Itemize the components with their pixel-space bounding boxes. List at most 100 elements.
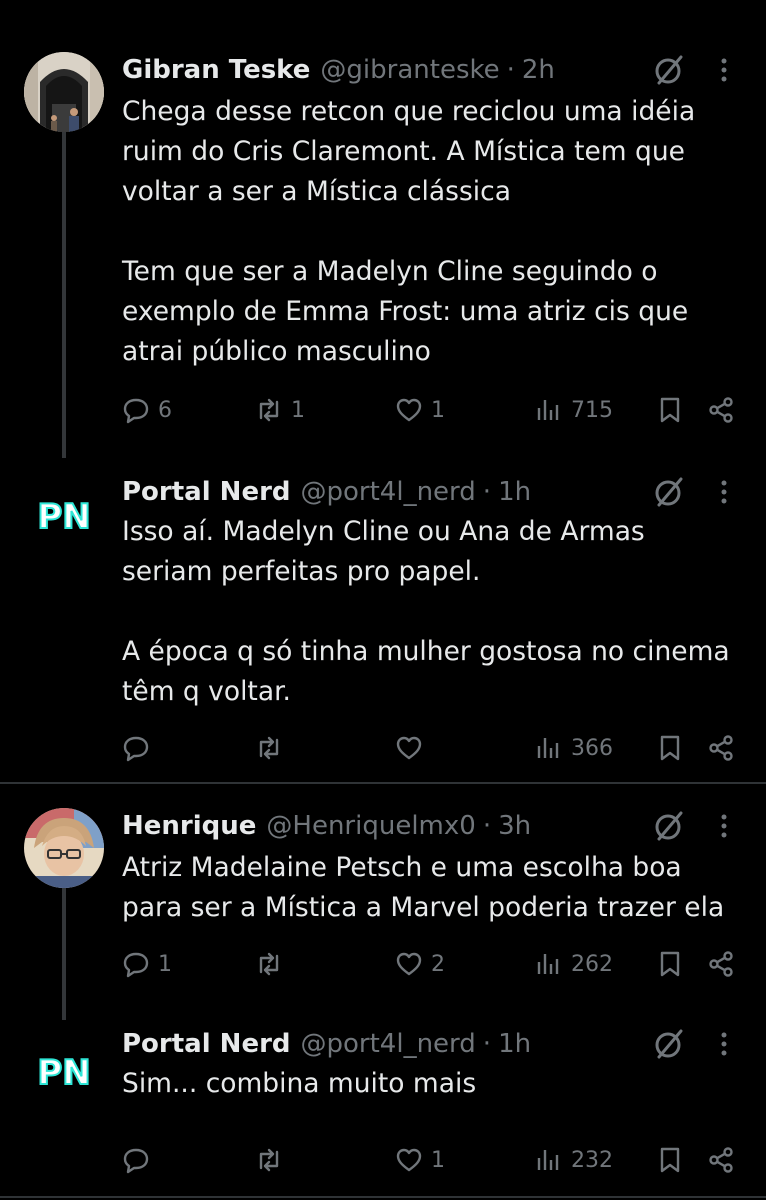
logo-text: PN xyxy=(37,1053,90,1093)
like-button[interactable] xyxy=(395,728,431,768)
like-icon xyxy=(396,736,422,760)
views-icon xyxy=(537,400,559,420)
like-count: 1 xyxy=(431,397,445,423)
conversation-feed: Gibran Teske @gibranteske · 2h Chega des… xyxy=(0,0,766,1200)
tweet-header: Gibran Teske @gibranteske · 2h xyxy=(122,52,676,88)
author-handle[interactable]: @port4l_nerd xyxy=(301,1026,476,1062)
reply-icon xyxy=(123,952,149,978)
bookmark-icon xyxy=(660,1147,680,1173)
like-button[interactable]: 1 xyxy=(395,390,445,430)
retweet-button[interactable] xyxy=(255,728,291,768)
portal-nerd-logo: PN xyxy=(24,474,104,554)
tweet-portal-nerd-2[interactable]: PN Portal Nerd @port4l_nerd · 1h Sim... … xyxy=(0,1018,766,1200)
retweet-button[interactable] xyxy=(255,944,291,984)
grok-icon[interactable] xyxy=(651,474,687,510)
reply-button[interactable]: 6 xyxy=(122,390,172,430)
more-icon[interactable] xyxy=(714,52,734,88)
retweet-icon xyxy=(259,398,279,422)
grok-icon[interactable] xyxy=(651,808,687,844)
action-bar: 366 xyxy=(0,728,766,768)
views-button[interactable]: 262 xyxy=(535,944,613,984)
author-name[interactable]: Portal Nerd xyxy=(122,1026,291,1062)
tweet-portal-nerd-1[interactable]: PN Portal Nerd @port4l_nerd · 1h Isso aí… xyxy=(0,460,766,780)
reply-count: 1 xyxy=(158,951,172,977)
author-handle[interactable]: @Henriquelmx0 xyxy=(266,808,475,844)
share-button[interactable] xyxy=(708,390,736,430)
action-bar: 1 232 xyxy=(0,1140,766,1180)
share-icon xyxy=(709,1147,733,1173)
reply-button[interactable] xyxy=(122,728,158,768)
views-button[interactable]: 232 xyxy=(535,1140,613,1180)
views-count: 366 xyxy=(571,735,613,761)
more-icon[interactable] xyxy=(714,808,734,844)
separator-dot: · xyxy=(482,477,492,507)
reply-icon xyxy=(123,398,149,424)
more-icon[interactable] xyxy=(714,1026,734,1062)
share-button[interactable] xyxy=(708,944,736,984)
avatar[interactable]: PN xyxy=(24,1030,104,1110)
tweet-header: Portal Nerd @port4l_nerd · 1h xyxy=(122,474,676,510)
tweet-text: Atriz Madelaine Petsch e uma escolha boa… xyxy=(122,852,725,923)
bookmark-button[interactable] xyxy=(656,944,684,984)
more-icon[interactable] xyxy=(714,474,734,510)
grok-icon[interactable] xyxy=(651,1026,687,1062)
like-button[interactable]: 1 xyxy=(395,1140,445,1180)
reply-icon xyxy=(123,1148,149,1174)
views-icon xyxy=(537,738,559,758)
like-count: 2 xyxy=(431,951,445,977)
tweet-header: Portal Nerd @port4l_nerd · 1h xyxy=(122,1026,676,1062)
portal-nerd-logo: PN xyxy=(24,1030,104,1110)
action-bar: 1 2 262 xyxy=(0,944,766,984)
share-icon xyxy=(709,951,733,977)
grok-icon[interactable] xyxy=(651,52,687,88)
views-count: 715 xyxy=(571,397,613,423)
author-handle[interactable]: @port4l_nerd xyxy=(301,474,476,510)
tweet-henrique[interactable]: Henrique @Henriquelmx0 · 3h Atriz Madela… xyxy=(0,784,766,1020)
timestamp[interactable]: 1h xyxy=(498,474,531,510)
bookmark-icon xyxy=(660,951,680,977)
bookmark-button[interactable] xyxy=(656,390,684,430)
tweet-text: Isso aí. Madelyn Cline ou Ana de Armas s… xyxy=(122,516,730,707)
author-handle[interactable]: @gibranteske xyxy=(320,52,499,88)
reply-button[interactable] xyxy=(122,1140,158,1180)
like-count: 1 xyxy=(431,1147,445,1173)
avatar-image xyxy=(24,808,104,888)
timestamp[interactable]: 2h xyxy=(522,52,555,88)
action-bar: 6 1 1 715 xyxy=(0,390,766,430)
avatar[interactable] xyxy=(24,808,104,888)
tweet-gibran[interactable]: Gibran Teske @gibranteske · 2h Chega des… xyxy=(0,0,766,460)
views-icon xyxy=(537,1150,559,1170)
like-icon xyxy=(396,1148,422,1172)
separator-dot: · xyxy=(482,1029,492,1059)
avatar[interactable]: PN xyxy=(24,474,104,554)
like-button[interactable]: 2 xyxy=(395,944,445,984)
retweet-button[interactable] xyxy=(255,1140,291,1180)
views-count: 232 xyxy=(571,1147,613,1173)
share-button[interactable] xyxy=(708,728,736,768)
timestamp[interactable]: 3h xyxy=(498,808,531,844)
separator-dot: · xyxy=(482,811,492,841)
author-name[interactable]: Portal Nerd xyxy=(122,474,291,510)
author-name[interactable]: Henrique xyxy=(122,808,256,844)
separator-dot: · xyxy=(506,55,515,85)
reply-button[interactable]: 1 xyxy=(122,944,172,984)
avatar[interactable] xyxy=(24,52,104,132)
tweet-header: Henrique @Henriquelmx0 · 3h xyxy=(122,808,676,844)
bookmark-icon xyxy=(660,735,680,761)
author-name[interactable]: Gibran Teske xyxy=(122,52,310,88)
views-button[interactable]: 366 xyxy=(535,728,613,768)
timestamp[interactable]: 1h xyxy=(498,1026,531,1062)
views-count: 262 xyxy=(571,951,613,977)
bookmark-button[interactable] xyxy=(656,728,684,768)
retweet-icon xyxy=(259,952,279,976)
retweet-button[interactable]: 1 xyxy=(255,390,305,430)
retweet-count: 1 xyxy=(291,397,305,423)
bottom-divider xyxy=(0,1196,766,1198)
views-button[interactable]: 715 xyxy=(535,390,613,430)
views-icon xyxy=(537,954,559,974)
bookmark-icon xyxy=(660,397,680,423)
tweet-text: Sim... combina muito mais xyxy=(122,1068,477,1099)
reply-count: 6 xyxy=(158,397,172,423)
share-button[interactable] xyxy=(708,1140,736,1180)
bookmark-button[interactable] xyxy=(656,1140,684,1180)
